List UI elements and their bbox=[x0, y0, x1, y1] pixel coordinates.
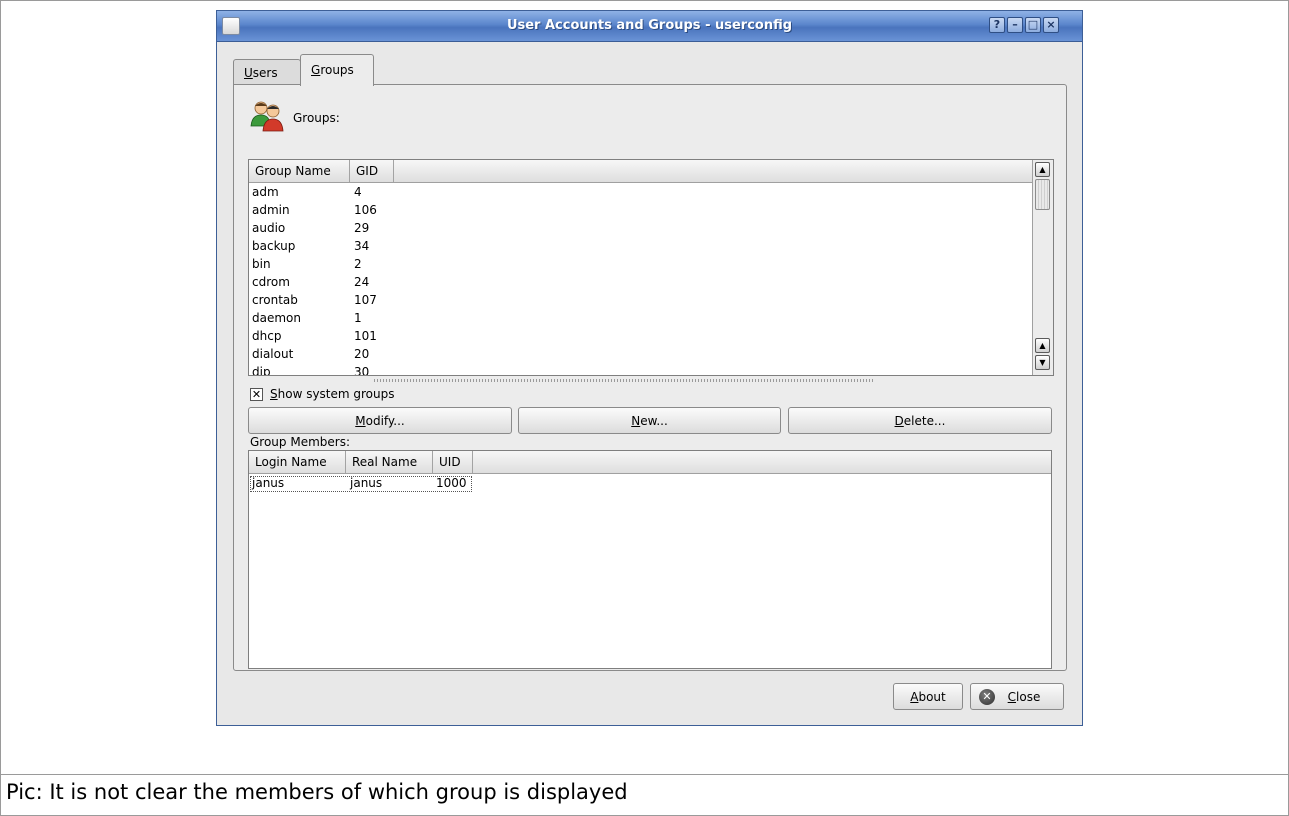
group-name: dip bbox=[252, 365, 271, 375]
new-label: ew... bbox=[640, 414, 668, 428]
table-row[interactable]: janus janus 1000 bbox=[249, 474, 479, 492]
group-name: dhcp bbox=[252, 329, 282, 343]
scroll-up-arrow-icon[interactable]: ▲ bbox=[1035, 162, 1050, 177]
tab-groups-mnemonic: G bbox=[311, 63, 321, 77]
tab-users-label: sers bbox=[252, 66, 278, 80]
close-mnemonic: C bbox=[1007, 690, 1017, 704]
tab-users-mnemonic: U bbox=[244, 66, 253, 80]
member-login: janus bbox=[252, 476, 285, 490]
column-group-name[interactable]: Group Name bbox=[249, 160, 350, 182]
group-name: backup bbox=[252, 239, 296, 253]
userconfig-window: User Accounts and Groups - userconfig ? … bbox=[216, 10, 1083, 726]
maximize-button[interactable]: □ bbox=[1025, 17, 1041, 33]
member-real-name: janus bbox=[350, 476, 383, 490]
column-uid[interactable]: UID bbox=[433, 451, 473, 473]
group-name: admin bbox=[252, 203, 290, 217]
group-name: adm bbox=[252, 185, 279, 199]
tab-groups-label: roups bbox=[320, 63, 354, 77]
close-button[interactable]: ✕ Close bbox=[970, 683, 1064, 710]
groups-list-rows: adm 4 admin 106 audio 29 backup 34 bin 2 cdro… bbox=[249, 183, 1031, 375]
scroll-down-arrow-icon[interactable]: ▼ bbox=[1035, 355, 1050, 370]
users-group-icon bbox=[250, 101, 284, 132]
tab-groups[interactable]: Groups bbox=[300, 54, 374, 86]
group-gid: 106 bbox=[354, 203, 377, 217]
close-label: lose bbox=[1016, 690, 1041, 704]
scroll-up-arrow-icon[interactable]: ▲ bbox=[1035, 338, 1050, 353]
new-button[interactable]: New... bbox=[518, 407, 781, 434]
checkbox-checked-icon[interactable]: ✕ bbox=[250, 388, 263, 401]
about-button[interactable]: About bbox=[893, 683, 963, 710]
modify-mnemonic: M bbox=[355, 414, 366, 428]
groups-heading: Groups: bbox=[293, 111, 340, 125]
delete-button[interactable]: Delete... bbox=[788, 407, 1052, 434]
group-name: dialout bbox=[252, 347, 294, 361]
group-name: cdrom bbox=[252, 275, 290, 289]
column-login-name[interactable]: Login Name bbox=[249, 451, 346, 473]
modify-button[interactable]: Modify... bbox=[248, 407, 512, 434]
group-name: bin bbox=[252, 257, 271, 271]
close-icon: ✕ bbox=[979, 689, 995, 705]
member-uid: 1000 bbox=[436, 476, 467, 490]
group-gid: 2 bbox=[354, 257, 362, 271]
tab-users[interactable]: Users bbox=[233, 59, 301, 85]
group-gid: 107 bbox=[354, 293, 377, 307]
groups-vertical-scrollbar[interactable]: ▲ ▲ ▼ bbox=[1032, 160, 1053, 375]
group-gid: 4 bbox=[354, 185, 362, 199]
minimize-button[interactable]: – bbox=[1007, 17, 1023, 33]
delete-label: elete... bbox=[903, 414, 946, 428]
help-button[interactable]: ? bbox=[989, 17, 1005, 33]
group-gid: 29 bbox=[354, 221, 370, 235]
window-title: User Accounts and Groups - userconfig bbox=[506, 18, 793, 33]
group-gid: 30 bbox=[354, 365, 370, 375]
close-window-button[interactable]: × bbox=[1043, 17, 1059, 33]
groups-list-header: Group Name GID bbox=[249, 160, 1053, 183]
splitter-handle[interactable] bbox=[374, 379, 874, 382]
group-name: crontab bbox=[252, 293, 298, 307]
caption-divider bbox=[1, 774, 1288, 775]
group-members-heading: Group Members: bbox=[250, 435, 351, 449]
group-gid: 24 bbox=[354, 275, 370, 289]
scrollbar-thumb[interactable] bbox=[1035, 179, 1050, 210]
group-name: daemon bbox=[252, 311, 301, 325]
members-list-header: Login Name Real Name UID bbox=[249, 451, 1051, 474]
groups-list[interactable]: Group Name GID adm 4 admin 106 audio 29 bac… bbox=[248, 159, 1054, 376]
image-caption: Pic: It is not clear the members of whic… bbox=[6, 780, 628, 804]
column-real-name[interactable]: Real Name bbox=[346, 451, 433, 473]
show-system-groups-label: how system groups bbox=[277, 387, 395, 401]
group-gid: 34 bbox=[354, 239, 370, 253]
about-label: bout bbox=[918, 690, 946, 704]
group-gid: 101 bbox=[354, 329, 377, 343]
delete-mnemonic: D bbox=[894, 414, 904, 428]
group-name: audio bbox=[252, 221, 286, 235]
members-list-rows: janus janus 1000 bbox=[249, 474, 1051, 668]
title-bar[interactable]: User Accounts and Groups - userconfig ? … bbox=[217, 11, 1082, 42]
group-gid: 20 bbox=[354, 347, 370, 361]
new-mnemonic: N bbox=[631, 414, 641, 428]
modify-label: odify... bbox=[365, 414, 405, 428]
column-gid[interactable]: GID bbox=[350, 160, 394, 182]
group-gid: 1 bbox=[354, 311, 362, 325]
groups-tab-panel: Groups: Group Name GID adm 4 admin 106 aud… bbox=[233, 84, 1067, 671]
show-system-groups-mnemonic: S bbox=[270, 387, 278, 401]
group-members-list[interactable]: Login Name Real Name UID janus janus 100… bbox=[248, 450, 1052, 669]
